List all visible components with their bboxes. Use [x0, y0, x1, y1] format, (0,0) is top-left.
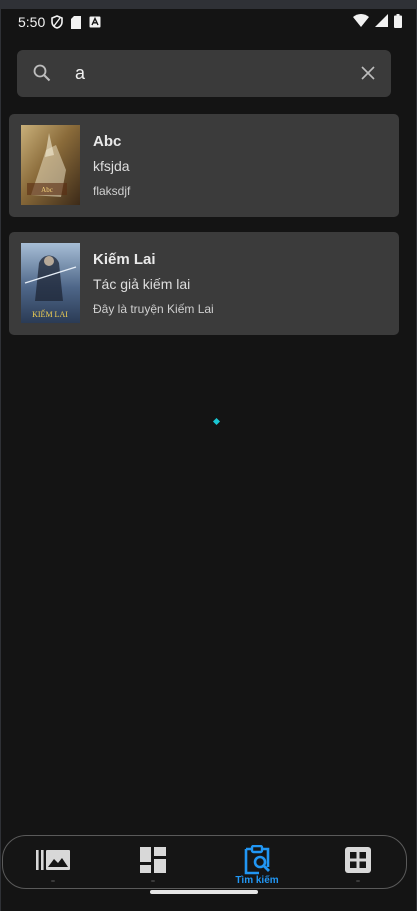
bottom-nav: Tìm kiếm: [2, 835, 407, 889]
book-author: kfsjda: [93, 158, 130, 174]
search-icon[interactable]: [32, 63, 52, 88]
book-description: flaksdjf: [93, 184, 131, 198]
search-clipboard-icon: [242, 845, 272, 875]
book-cover: KIẾM LAI: [21, 243, 80, 323]
close-icon[interactable]: [361, 66, 375, 85]
result-card[interactable]: KIẾM LAI Kiếm Lai Tác giả kiếm lai Đây l…: [9, 232, 399, 335]
cover-text: Abc: [41, 186, 53, 194]
nav-indicator: [356, 880, 360, 882]
book-title: Kiếm Lai: [93, 251, 156, 268]
app-screen: 5:50 a Abc Abc kfsjda flaksdjf KIẾM LAI …: [1, 9, 416, 911]
status-time: 5:50: [18, 14, 46, 30]
apps-grid-icon: [345, 846, 371, 874]
library-icon: [36, 846, 70, 874]
wifi-icon: [353, 14, 369, 30]
search-input[interactable]: [75, 50, 345, 97]
result-card[interactable]: Abc Abc kfsjda flaksdjf: [9, 114, 399, 217]
nav-search[interactable]: Tìm kiếm: [207, 836, 307, 888]
search-bar: [17, 50, 391, 97]
home-indicator[interactable]: [150, 890, 258, 894]
nav-library[interactable]: [3, 836, 103, 888]
book-description: Đây là truyện Kiếm Lai: [93, 302, 214, 316]
nav-updates[interactable]: [103, 836, 203, 888]
book-cover: Abc: [21, 125, 80, 205]
status-bar: 5:50: [1, 9, 416, 35]
battery-icon: [394, 13, 402, 31]
cover-text: KIẾM LAI: [32, 309, 68, 319]
nav-indicator: [51, 880, 55, 882]
signal-icon: [375, 14, 388, 30]
nav-search-label: Tìm kiếm: [235, 875, 279, 886]
book-title: Abc: [93, 133, 122, 150]
book-author: Tác giả kiếm lai: [93, 276, 191, 292]
loading-indicator: [212, 417, 221, 426]
nav-indicator: [151, 880, 155, 882]
nav-more[interactable]: [308, 836, 408, 888]
shield-icon: [51, 15, 64, 29]
dashboard-icon: [139, 846, 167, 874]
sd-card-icon: [71, 15, 82, 29]
app-notification-icon: [89, 16, 101, 28]
